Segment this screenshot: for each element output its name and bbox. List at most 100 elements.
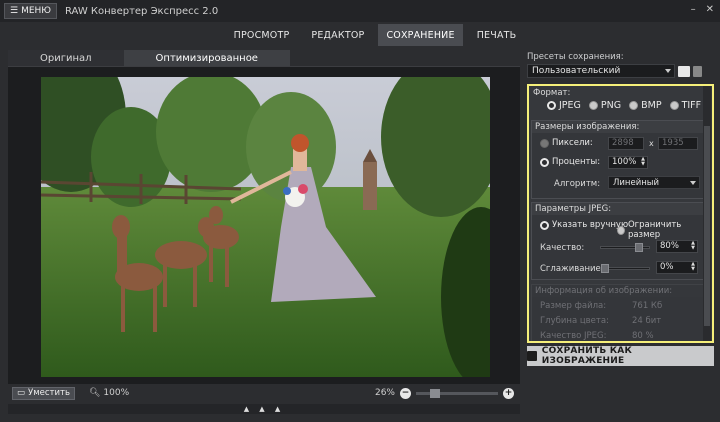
viewer-tabs: Оригинал Оптимизированное [8, 50, 290, 66]
file-size-value: 761 Кб [632, 301, 663, 311]
percent-radio[interactable]: Проценты: [540, 157, 600, 167]
quality-slider[interactable] [600, 243, 650, 252]
jpeg-section: Параметры JPEG: Указать вручную Ограничи… [531, 202, 704, 280]
presets-panel: Пресеты сохранения: Пользовательский [527, 50, 713, 78]
size-separator: x [649, 139, 654, 148]
actual-size-button[interactable]: 🔍︎ 100% [89, 388, 129, 398]
image-viewer [8, 66, 520, 384]
delete-preset-icon[interactable] [693, 65, 702, 77]
filmstrip-toggle[interactable]: ▲ ▲ ▲ [8, 404, 520, 414]
hamburger-icon: ☰ [10, 6, 19, 16]
algorithm-value: Линейный [613, 177, 660, 188]
format-jpeg-label: JPEG [559, 100, 581, 111]
quality-field[interactable]: 80% ▲ ▼ [656, 240, 698, 253]
fit-icon: ▭ [17, 388, 26, 398]
format-options: JPEG PNG BMP TIFF [547, 100, 701, 111]
stepper-icon[interactable]: ▲ ▼ [691, 262, 695, 272]
width-field[interactable]: 2898 [608, 137, 644, 150]
presets-label: Пресеты сохранения: [527, 52, 624, 62]
radio-icon [617, 225, 625, 235]
radio-icon [588, 101, 598, 110]
zoom-percent: 26% [374, 388, 395, 398]
percent-label: Проценты: [552, 157, 601, 167]
smoothing-value: 0% [660, 262, 674, 272]
title-bar: ☰ МЕНЮ RAW Конвертер Экспресс 2.0 – ✕ [0, 0, 720, 22]
tab-optimized[interactable]: Оптимизированное [123, 50, 290, 66]
format-tiff-radio[interactable]: TIFF [669, 100, 702, 111]
chevron-down-icon [665, 69, 671, 73]
floppy-disk-icon [527, 351, 537, 361]
radio-icon [540, 157, 549, 167]
radio-icon [547, 101, 556, 110]
stepper-icon[interactable]: ▲ ▼ [691, 241, 695, 251]
close-icon[interactable]: ✕ [706, 4, 714, 15]
smoothing-field[interactable]: 0% ▲ ▼ [656, 261, 698, 274]
limit-size-radio[interactable]: Ограничить размер [617, 220, 703, 240]
fit-button[interactable]: ▭ Уместить [12, 386, 75, 400]
main-nav: ПРОСМОТР РЕДАКТОР СОХРАНЕНИЕ ПЕЧАТЬ [0, 22, 720, 48]
pixels-label: Пиксели: [552, 138, 593, 148]
minimize-icon[interactable]: – [691, 4, 696, 15]
stepper-icon[interactable]: ▲ ▼ [641, 157, 645, 167]
size-title: Размеры изображения: [532, 121, 703, 133]
format-label: Формат: [533, 88, 571, 98]
limit-size-label: Ограничить размер [627, 220, 682, 240]
zoom-slider[interactable] [416, 388, 498, 398]
quality-value: 80% [660, 241, 679, 251]
zoom-out-icon[interactable]: − [400, 387, 411, 399]
preset-select[interactable]: Пользовательский [527, 64, 675, 78]
settings-scrollbar[interactable] [703, 86, 711, 341]
menu-button[interactable]: ☰ МЕНЮ [4, 3, 58, 19]
magnifier-icon: 🔍︎ [88, 388, 101, 398]
tab-print[interactable]: ПЕЧАТЬ [469, 24, 525, 46]
tab-save[interactable]: СОХРАНЕНИЕ [378, 24, 463, 46]
fit-label: Уместить [28, 388, 70, 398]
file-size-label: Размер файла: [540, 301, 607, 311]
quality-slider-knob[interactable] [634, 243, 643, 252]
photo-preview [41, 77, 490, 377]
info-section: Информация об изображении: Размер файла:… [531, 284, 704, 341]
tab-view[interactable]: ПРОСМОТР [226, 24, 298, 46]
radio-icon [629, 101, 639, 110]
format-jpeg-radio[interactable]: JPEG [547, 100, 581, 111]
chevron-down-icon [690, 181, 696, 185]
format-tiff-label: TIFF [681, 100, 702, 111]
save-as-image-button[interactable]: СОХРАНИТЬ КАК ИЗОБРАЖЕНИЕ [527, 346, 714, 366]
manual-radio[interactable]: Указать вручную [540, 220, 628, 230]
jpeg-quality-label: Качество JPEG: [540, 331, 607, 341]
photo-image [41, 77, 490, 377]
format-png-radio[interactable]: PNG [588, 100, 622, 111]
viewer-statusbar: ▭ Уместить 🔍︎ 100% 26% − + [8, 384, 520, 402]
save-settings-panel: Формат: JPEG PNG BMP TIFF Размеры изобра… [527, 84, 714, 343]
radio-icon [669, 101, 679, 110]
save-preset-icon[interactable] [678, 65, 690, 77]
color-depth-label: Глубина цвета: [540, 316, 609, 326]
info-title: Информация об изображении: [532, 285, 703, 297]
tab-editor[interactable]: РЕДАКТОР [303, 24, 372, 46]
zoom-slider-knob[interactable] [430, 388, 440, 398]
zoom-in-icon[interactable]: + [503, 387, 514, 399]
algorithm-select[interactable]: Линейный [608, 176, 700, 189]
smoothing-slider-knob[interactable] [601, 264, 609, 273]
smoothing-label: Сглаживание: [540, 264, 604, 274]
scrollbar-thumb[interactable] [704, 126, 710, 326]
percent-field[interactable]: 100% ▲ ▼ [608, 156, 648, 169]
actual-size-label: 100% [103, 388, 130, 398]
app-window: ☰ МЕНЮ RAW Конвертер Экспресс 2.0 – ✕ ПР… [0, 0, 720, 422]
size-section: Размеры изображения: Пиксели: 2898 x 193… [531, 120, 704, 199]
pixels-radio[interactable]: Пиксели: [540, 138, 593, 148]
height-field[interactable]: 1935 [658, 137, 698, 150]
radio-icon [540, 138, 549, 148]
jpeg-quality-value: 80 % [632, 331, 654, 341]
format-bmp-label: BMP [641, 100, 662, 111]
smoothing-slider[interactable] [600, 264, 650, 273]
format-png-label: PNG [600, 100, 622, 111]
menu-label: МЕНЮ [21, 6, 52, 16]
format-bmp-radio[interactable]: BMP [629, 100, 662, 111]
tab-original[interactable]: Оригинал [8, 50, 124, 66]
jpeg-title: Параметры JPEG: [532, 203, 703, 215]
window-controls: – ✕ [691, 4, 714, 15]
app-title: RAW Конвертер Экспресс 2.0 [65, 5, 219, 17]
zoom-controls: 26% − + [374, 387, 514, 399]
color-depth-value: 24 бит [632, 316, 662, 326]
